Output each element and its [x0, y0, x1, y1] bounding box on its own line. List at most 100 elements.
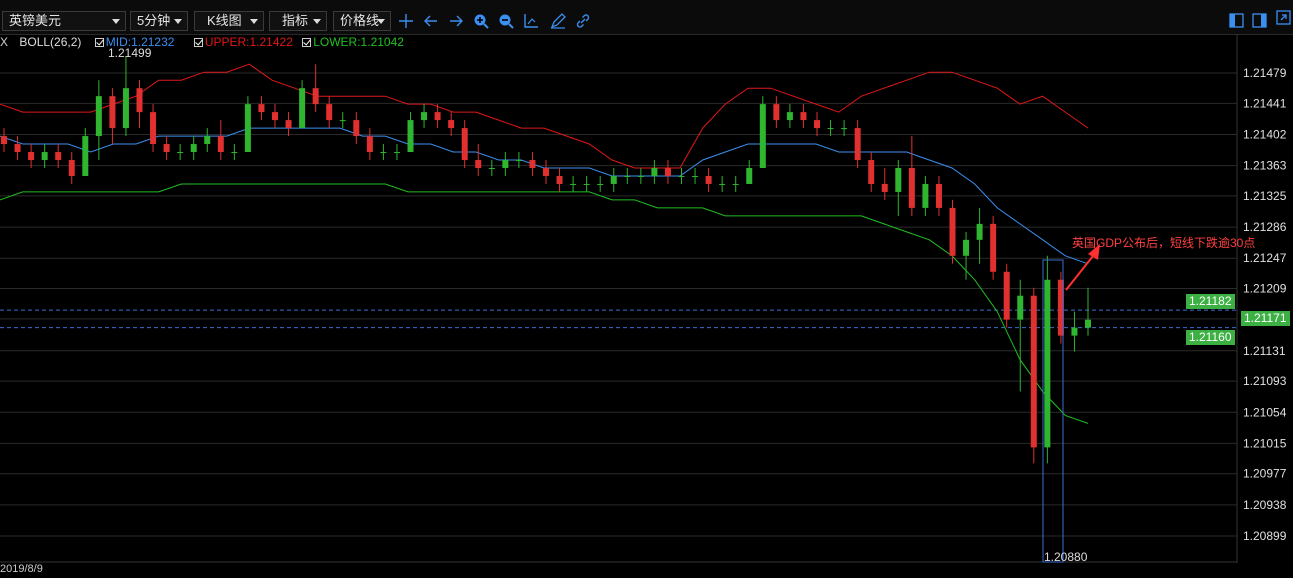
- candle-body: [651, 167, 658, 176]
- y-tick-label: 1.21441: [1243, 96, 1287, 110]
- candle-body: [231, 152, 238, 154]
- y-tick-label: 1.21054: [1243, 405, 1287, 419]
- chevron-down-icon: [250, 19, 258, 24]
- chart-type-label: K线图: [207, 13, 242, 28]
- candle-body: [949, 207, 956, 256]
- candle-body: [543, 167, 549, 176]
- candle-body: [692, 175, 699, 177]
- candle-body: [475, 160, 482, 168]
- candle-body: [1, 136, 7, 145]
- candle-body: [1030, 295, 1037, 448]
- candle-body: [854, 128, 861, 161]
- candle-body: [272, 112, 278, 121]
- candle-body: [95, 96, 102, 137]
- draw-axis-icon[interactable]: [522, 12, 540, 30]
- upper-value: UPPER:1.21422: [204, 35, 293, 49]
- candle-body: [556, 175, 563, 184]
- y-tick-label: 1.21325: [1243, 189, 1287, 203]
- candle-body: [204, 136, 211, 145]
- candle-body: [109, 96, 116, 129]
- layout-right-icon[interactable]: [1251, 12, 1269, 30]
- crosshair-icon[interactable]: [397, 12, 415, 30]
- candle-body: [150, 112, 157, 145]
- candle-body: [678, 175, 685, 177]
- arrow-left-icon[interactable]: [422, 12, 440, 30]
- link-icon[interactable]: [574, 12, 592, 30]
- candle-body: [963, 239, 970, 256]
- candle-body: [990, 223, 997, 272]
- candle-body: [1044, 279, 1051, 448]
- candle-body: [299, 88, 306, 129]
- price-line-select[interactable]: 价格线: [333, 11, 391, 31]
- y-tick-label: 1.20977: [1243, 467, 1287, 481]
- period-label: 5分钟: [137, 13, 171, 28]
- boll-upper-line: [0, 63, 1089, 169]
- chevron-down-icon: [313, 19, 321, 24]
- period-select[interactable]: 5分钟: [130, 11, 188, 31]
- min-price-label: 1.20880: [1044, 550, 1088, 564]
- toolbar: 英镑美元 5分钟 K线图 指标 价格线: [0, 0, 1293, 35]
- zoom-out-icon[interactable]: [497, 12, 515, 30]
- candle-body: [1071, 327, 1078, 336]
- candle-body: [366, 136, 373, 153]
- chart-type-select[interactable]: K线图: [194, 11, 264, 31]
- candle-body: [448, 120, 455, 129]
- indicator-select[interactable]: 指标: [269, 11, 327, 31]
- candle-body: [732, 183, 739, 185]
- candle-body: [190, 144, 197, 153]
- candle-body: [434, 112, 441, 121]
- y-tick-label: 1.21286: [1243, 220, 1287, 234]
- candle-body: [1085, 319, 1091, 328]
- candle-body: [922, 183, 929, 208]
- candle-body: [326, 104, 333, 121]
- candle-body: [814, 120, 820, 129]
- candle-body: [1017, 295, 1024, 320]
- arrow-right-icon[interactable]: [447, 12, 465, 30]
- price-line-label: 价格线: [340, 13, 380, 28]
- mid-checkbox[interactable]: [94, 38, 104, 47]
- candle-body: [515, 160, 522, 162]
- y-tick-label: 1.21363: [1243, 159, 1287, 173]
- candle-body: [68, 160, 75, 176]
- candlestick-chart[interactable]: 1.21479 1.21441 1.21402 1.21363 1.21325 1.212…: [0, 34, 1293, 563]
- y-tick-label: 1.21131: [1243, 344, 1286, 358]
- price-tag-lower: 1.21160: [1186, 330, 1235, 345]
- candle-body: [895, 167, 902, 192]
- candle-body: [502, 160, 509, 168]
- candle-body: [41, 152, 48, 161]
- chevron-down-icon: [377, 19, 385, 24]
- candle-body: [136, 88, 143, 113]
- zoom-in-icon[interactable]: [472, 12, 490, 30]
- expand-icon[interactable]: [1275, 9, 1293, 27]
- candle-body: [976, 223, 983, 240]
- layout-left-icon[interactable]: [1228, 12, 1246, 30]
- candle-body: [1003, 271, 1010, 320]
- lower-checkbox[interactable]: [302, 38, 312, 47]
- candle-body: [786, 112, 793, 121]
- candle-body: [407, 120, 414, 153]
- max-price-label: 1.21499: [108, 46, 152, 60]
- lower-value: LOWER:1.21042: [313, 35, 404, 49]
- candle-body: [719, 183, 726, 185]
- candle-body: [488, 167, 495, 169]
- candle-body: [312, 88, 319, 105]
- y-tick-label: 1.21479: [1243, 66, 1287, 80]
- candle-body: [339, 120, 346, 122]
- candle-body: [746, 167, 753, 184]
- candle-body: [664, 167, 671, 176]
- candle-body: [610, 175, 617, 184]
- candle-body: [163, 144, 170, 153]
- candle-body: [28, 152, 35, 161]
- y-tick-label: 1.20899: [1243, 529, 1287, 543]
- pencil-icon[interactable]: [549, 12, 567, 30]
- symbol-select[interactable]: 英镑美元: [2, 11, 126, 31]
- candle-body: [570, 183, 577, 185]
- candle-body: [461, 128, 468, 161]
- boll-lower-line: [0, 183, 1089, 424]
- y-tick-label: 1.21209: [1243, 282, 1287, 296]
- upper-checkbox[interactable]: [193, 38, 203, 47]
- candle-body: [935, 183, 942, 208]
- candle-body: [380, 152, 387, 154]
- candle-body: [759, 104, 766, 168]
- candle-body: [583, 183, 590, 185]
